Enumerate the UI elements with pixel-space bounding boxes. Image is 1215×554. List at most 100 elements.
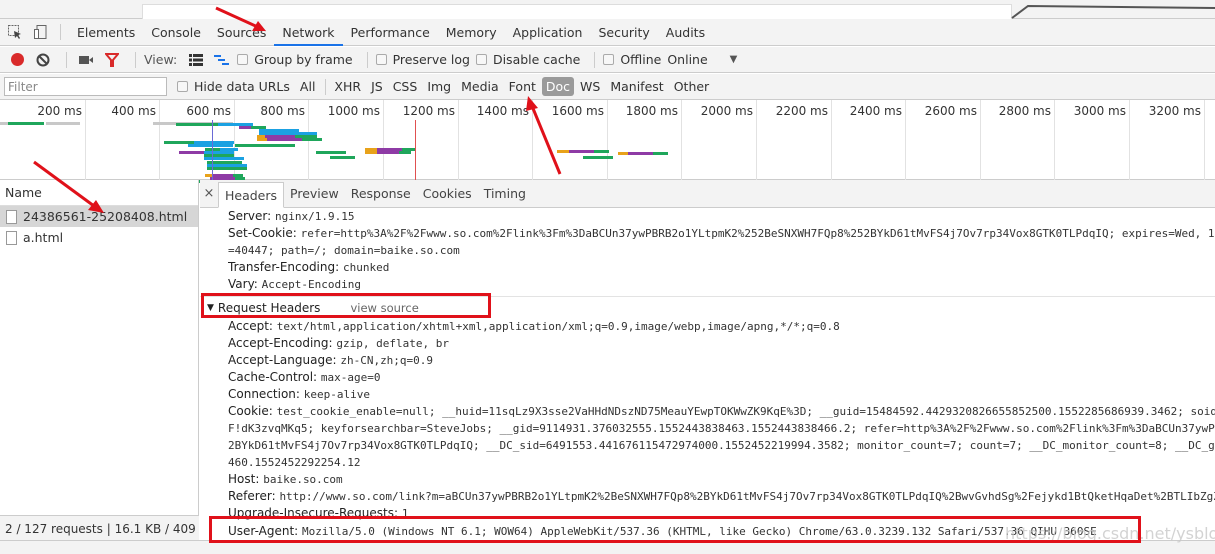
header-value: zh-CN,zh;q=0.9 [340, 354, 434, 367]
timeline-gridline [756, 100, 757, 180]
header-value-continuation: =40447; path=/; domain=baike.so.com [228, 244, 460, 257]
request-headers-section-toggle[interactable]: ▼ Request Headers view source [200, 296, 1215, 318]
name-column-header[interactable]: Name [0, 180, 198, 206]
separator [366, 51, 368, 68]
request-row[interactable]: a.html [0, 227, 198, 248]
header-key: Cache-Control: [228, 370, 318, 384]
header-key: Host: [228, 472, 260, 486]
timeline-request-bar [557, 150, 569, 153]
filter-input[interactable] [4, 77, 167, 96]
header-value-continuation: 2BYkD61tMvFS4j7Ov7rp34Vox8GTK0TLPdqIQ; _… [228, 439, 1215, 452]
header-key: Cookie: [228, 404, 273, 418]
timeline-request-bar [628, 152, 653, 155]
timeline-tick-label: 3200 ms [1148, 104, 1201, 118]
header-row: Cookie: test_cookie_enable=null; __huid=… [228, 403, 1215, 420]
filter-toggle-button[interactable] [101, 49, 123, 71]
network-overview-timeline[interactable]: 200 ms 400 ms 600 ms 800 ms 1000 ms 1200 ms 14… [0, 100, 1215, 183]
clear-button[interactable] [32, 49, 54, 71]
tab-application[interactable]: Application [505, 19, 591, 46]
device-toolbar-icon[interactable] [30, 21, 52, 43]
checkbox-box[interactable] [375, 54, 387, 65]
timeline-request-bar [188, 144, 233, 147]
filter-type-doc[interactable]: Doc [541, 77, 575, 96]
filter-type-xhr[interactable]: XHR [330, 77, 365, 96]
tab-memory[interactable]: Memory [438, 19, 505, 46]
requests-list-pane: Name 24386561-25208408.html a.html 2 / 1… [0, 180, 199, 542]
request-detail-pane: × Headers Preview Response Cookies Timin… [200, 180, 1215, 540]
tab-sources[interactable]: Sources [209, 19, 274, 46]
throttling-select[interactable]: Online ▼ [667, 52, 737, 67]
hide-data-urls-label: Hide data URLs [194, 79, 290, 94]
filter-type-img[interactable]: Img [423, 77, 455, 96]
domcontentloaded-marker [212, 120, 213, 180]
filter-type-media[interactable]: Media [457, 77, 503, 96]
filter-type-manifest[interactable]: Manifest [606, 77, 667, 96]
view-source-link[interactable]: view source [350, 297, 418, 319]
browser-top-strip [0, 0, 1215, 19]
preserve-log-checkbox[interactable]: Preserve log [375, 52, 470, 67]
tab-timing[interactable]: Timing [478, 181, 532, 207]
header-value: 1 [401, 507, 409, 520]
screenshot-button[interactable] [75, 49, 97, 71]
timeline-gridline [1054, 100, 1055, 180]
checkbox-box[interactable] [177, 81, 188, 92]
filter-type-js[interactable]: JS [367, 77, 387, 96]
header-key: Accept-Encoding: [228, 336, 333, 350]
disable-cache-label: Disable cache [492, 52, 581, 67]
tab-security[interactable]: Security [590, 19, 657, 46]
header-key: Accept-Language: [228, 353, 337, 367]
filter-type-other[interactable]: Other [670, 77, 714, 96]
timeline-tick-label: 400 ms [111, 104, 156, 118]
timeline-request-bar [399, 151, 411, 154]
checkbox-box[interactable] [475, 54, 487, 65]
header-value: gzip, deflate, br [336, 337, 449, 350]
close-detail-button[interactable]: × [200, 181, 218, 207]
hide-data-urls-checkbox[interactable]: Hide data URLs [177, 79, 290, 94]
header-key: Server: [228, 209, 272, 223]
timeline-tick-label: 2000 ms [700, 104, 753, 118]
throttling-value: Online [667, 52, 708, 67]
header-value: Accept-Encoding [261, 278, 362, 291]
header-row: Referer: http://www.so.com/link?m=aBCUn3… [228, 488, 1215, 505]
tab-performance[interactable]: Performance [343, 19, 438, 46]
timeline-gridline [159, 100, 160, 180]
tab-cookies[interactable]: Cookies [417, 181, 478, 207]
tab-response[interactable]: Response [345, 181, 417, 207]
request-row[interactable]: 24386561-25208408.html [0, 206, 198, 227]
tab-preview[interactable]: Preview [284, 181, 345, 207]
header-value: refer=http%3A%2F%2Fwww.so.com%2Flink%3Fm… [300, 227, 1215, 240]
timeline-gridline [532, 100, 533, 180]
timeline-request-bar [257, 138, 267, 141]
header-key: Referer: [228, 489, 276, 503]
header-value-continuation: F!dK3zvqMKq5; keyforsearchbar=SteveJobs;… [228, 422, 1215, 435]
group-by-frame-checkbox[interactable]: Group by frame [237, 52, 353, 67]
header-value-continuation: 460.1552452292254.12 [228, 456, 361, 469]
tab-elements[interactable]: Elements [69, 19, 143, 46]
timeline-request-bar [316, 151, 346, 154]
tab-network[interactable]: Network [274, 19, 343, 46]
timeline-request-bar [239, 126, 251, 129]
separator [60, 24, 61, 40]
header-row: Accept-Encoding: gzip, deflate, br [228, 335, 1215, 352]
filter-type-all[interactable]: All [296, 77, 320, 96]
overview-toggle-button[interactable] [211, 49, 233, 71]
request-headers-list: Accept: text/html,application/xhtml+xml,… [200, 318, 1215, 540]
timeline-request-bar [8, 122, 44, 125]
tab-audits[interactable]: Audits [658, 19, 713, 46]
filter-type-css[interactable]: CSS [389, 77, 422, 96]
disable-cache-checkbox[interactable]: Disable cache [475, 52, 581, 67]
load-event-marker [415, 120, 416, 180]
offline-checkbox[interactable]: Offline [603, 52, 661, 67]
header-value: keep-alive [303, 388, 371, 401]
timeline-request-bar [594, 150, 609, 153]
filter-type-font[interactable]: Font [505, 77, 540, 96]
checkbox-box[interactable] [237, 54, 249, 65]
checkbox-box[interactable] [603, 54, 615, 65]
record-button[interactable] [6, 49, 28, 71]
browser-tab-edge [1011, 4, 1215, 19]
filter-type-ws[interactable]: WS [576, 77, 604, 96]
inspect-element-icon[interactable] [4, 21, 26, 43]
tab-headers[interactable]: Headers [218, 182, 285, 208]
large-rows-button[interactable] [185, 49, 207, 71]
tab-console[interactable]: Console [143, 19, 209, 46]
